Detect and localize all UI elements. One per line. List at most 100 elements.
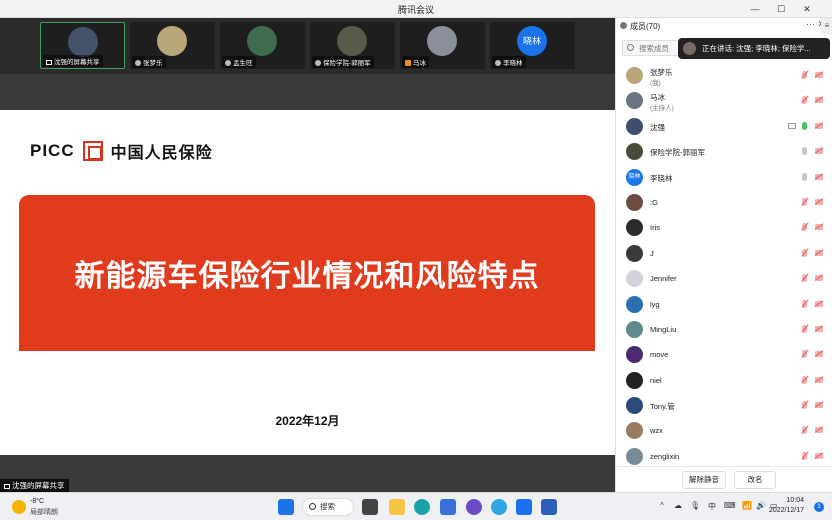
member-row[interactable]: 沈强 xyxy=(616,114,832,139)
mic-icon xyxy=(315,60,321,67)
mic-muted-icon[interactable] xyxy=(802,71,807,79)
avatar xyxy=(626,447,643,465)
mic-muted-icon[interactable] xyxy=(802,197,807,206)
camera-off-icon[interactable] xyxy=(815,148,823,155)
video-tile[interactable]: 晓林 李晓林 xyxy=(490,22,575,69)
member-row[interactable]: move xyxy=(616,342,832,367)
volume-icon[interactable]: 🔊 xyxy=(756,501,766,510)
rename-button[interactable]: 改名 xyxy=(734,471,776,489)
mic-muted-icon[interactable] xyxy=(802,350,807,359)
panel-menu-icon[interactable]: ≡ xyxy=(821,18,832,34)
member-name: wzx xyxy=(650,426,663,436)
start-icon[interactable] xyxy=(278,499,294,515)
wifi-icon[interactable]: 📶 xyxy=(742,501,752,510)
tray-overflow-icon[interactable]: ^ xyxy=(660,501,664,510)
video-tile[interactable]: 张梦乐 xyxy=(130,22,215,69)
member-row[interactable]: Jennifer xyxy=(616,266,832,291)
mic-muted-icon[interactable] xyxy=(802,426,807,435)
app-icon[interactable] xyxy=(466,499,482,515)
video-tile[interactable]: 沈强的屏幕共享 xyxy=(40,22,125,69)
member-row[interactable]: Tony.管 xyxy=(616,393,832,418)
ime-indicator[interactable]: 中 xyxy=(708,501,716,512)
camera-off-icon[interactable] xyxy=(815,224,823,231)
keyboard-icon[interactable]: ⌨ xyxy=(724,501,736,510)
mic-icon[interactable] xyxy=(802,172,807,181)
tile-name: 孟生旺 xyxy=(233,60,253,67)
camera-off-icon[interactable] xyxy=(815,173,823,180)
mic-muted-icon[interactable] xyxy=(802,96,807,105)
weather-widget[interactable]: -8°C 局部晴朗 xyxy=(12,497,92,517)
file-explorer-icon[interactable] xyxy=(389,499,405,515)
mic-on-icon[interactable] xyxy=(802,121,807,130)
onedrive-icon[interactable]: ☁ xyxy=(674,501,682,510)
mic-muted-icon[interactable] xyxy=(802,223,807,232)
mic-muted-icon[interactable] xyxy=(802,299,807,308)
member-row[interactable]: 张梦乐 (我) xyxy=(616,63,832,88)
close-icon[interactable]: ✕ xyxy=(800,2,814,16)
taskbar-search[interactable]: 搜索 xyxy=(302,498,354,516)
member-row[interactable]: wzx xyxy=(616,418,832,443)
mic-muted-icon[interactable] xyxy=(802,274,807,283)
search-icon xyxy=(309,503,316,510)
maximize-icon[interactable]: ☐ xyxy=(774,2,788,16)
member-row[interactable]: lyg xyxy=(616,292,832,317)
camera-off-icon[interactable] xyxy=(815,275,823,282)
camera-off-icon[interactable] xyxy=(815,72,823,78)
screen-share-label: 沈强的屏幕共享 xyxy=(0,479,69,492)
member-name: 李晓林 xyxy=(650,173,673,183)
member-name: move xyxy=(650,350,669,360)
camera-off-icon[interactable] xyxy=(815,351,823,358)
screen: 腾讯会议 — ☐ ✕ 沈强的屏幕共享 张梦乐 孟生旺 保险学院-郭丽军 马冰 晓… xyxy=(0,0,832,520)
member-row[interactable]: 晓林 李晓林 xyxy=(616,165,832,190)
mic-muted-icon[interactable] xyxy=(802,324,807,333)
weather-sun-icon xyxy=(12,500,26,514)
member-row[interactable]: 保险学院-郭丽军 xyxy=(616,139,832,164)
more-options-icon[interactable]: ··· xyxy=(806,19,815,29)
camera-off-icon[interactable] xyxy=(815,402,823,409)
notification-badge[interactable]: 1 xyxy=(814,502,824,512)
edge-icon[interactable] xyxy=(414,499,430,515)
camera-off-icon[interactable] xyxy=(815,325,823,332)
mic-icon[interactable] xyxy=(802,147,807,156)
system-clock[interactable]: 10:04 2022/12/17 xyxy=(769,496,804,516)
participant-avatar xyxy=(427,26,457,56)
member-name: J xyxy=(650,248,654,258)
video-tile[interactable]: 保险学院-郭丽军 xyxy=(310,22,395,69)
mic-muted-icon[interactable] xyxy=(802,248,807,257)
camera-off-icon[interactable] xyxy=(815,249,823,256)
minimize-icon[interactable]: — xyxy=(748,2,762,16)
camera-off-icon[interactable] xyxy=(815,452,823,459)
member-row[interactable]: Iris xyxy=(616,215,832,240)
member-name: Iris xyxy=(650,223,660,233)
camera-off-icon[interactable] xyxy=(815,376,823,383)
camera-off-icon[interactable] xyxy=(815,198,823,205)
camera-off-icon[interactable] xyxy=(815,122,823,129)
tencent-meeting-icon[interactable] xyxy=(516,499,532,515)
microphone-icon[interactable]: 🎙 xyxy=(690,501,700,510)
member-row[interactable]: J xyxy=(616,241,832,266)
member-row[interactable]: niel xyxy=(616,368,832,393)
screen-share-icon xyxy=(4,483,10,489)
video-tile[interactable]: 孟生旺 xyxy=(220,22,305,69)
stage-background xyxy=(0,74,615,112)
unmute-all-button[interactable]: 解除静音 xyxy=(682,471,726,489)
store-icon[interactable] xyxy=(440,499,456,515)
mic-muted-icon[interactable] xyxy=(802,375,807,384)
weather-condition: 局部晴朗 xyxy=(30,509,58,516)
member-row[interactable]: :G xyxy=(616,190,832,215)
tile-name: 沈强的屏幕共享 xyxy=(54,59,100,66)
video-tile[interactable]: 马冰 xyxy=(400,22,485,69)
members-icon xyxy=(620,22,627,29)
member-row[interactable]: MingLiu xyxy=(616,317,832,342)
app-icon[interactable] xyxy=(491,499,507,515)
word-icon[interactable] xyxy=(541,499,557,515)
task-view-icon[interactable] xyxy=(362,499,378,515)
mic-muted-icon[interactable] xyxy=(802,451,807,460)
member-list: 张梦乐 (我) 马冰 (主持人) 沈强 保险学院-郭丽军 晓林 李晓林:G I… xyxy=(616,63,832,469)
member-row[interactable]: 马冰 (主持人) xyxy=(616,88,832,113)
mic-muted-icon[interactable] xyxy=(802,401,807,410)
camera-off-icon[interactable] xyxy=(815,427,823,434)
camera-off-icon[interactable] xyxy=(815,97,823,104)
camera-off-icon[interactable] xyxy=(815,300,823,307)
slide-banner: 新能源车保险行业情况和风险特点 xyxy=(19,195,595,351)
